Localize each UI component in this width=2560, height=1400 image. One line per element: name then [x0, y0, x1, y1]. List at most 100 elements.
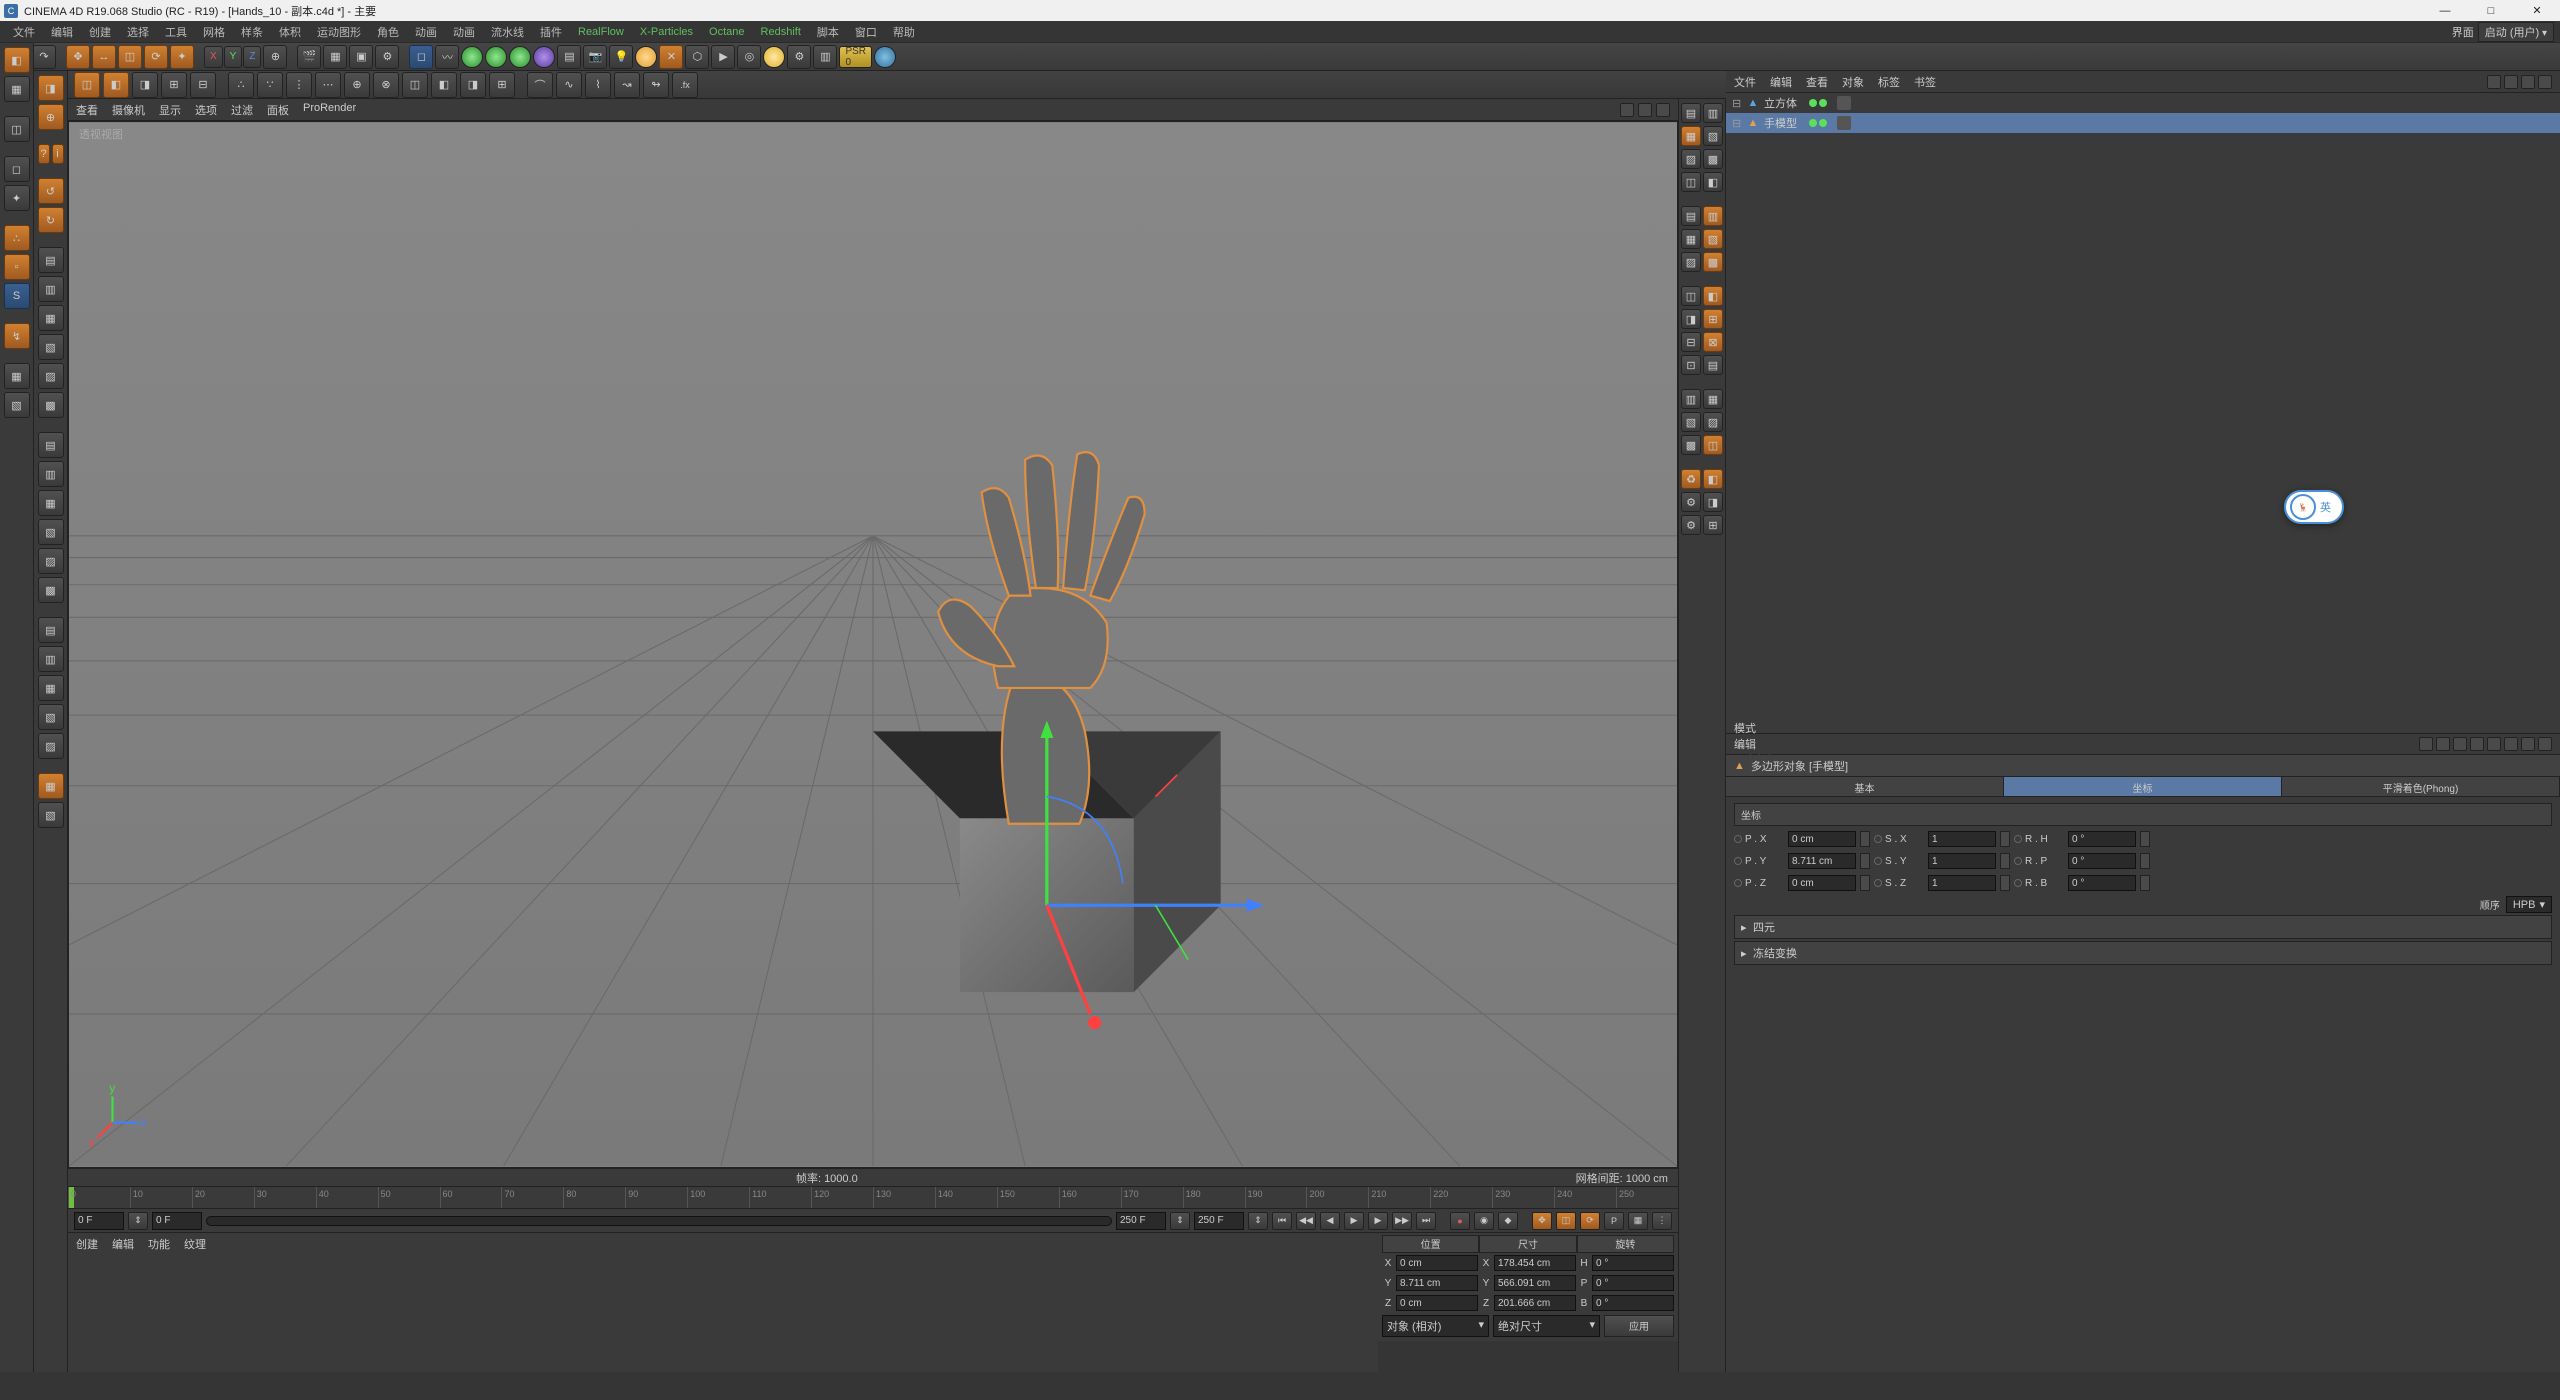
- menu-Octane[interactable]: Octane: [702, 24, 751, 40]
- menu-Redshift[interactable]: Redshift: [754, 24, 808, 40]
- attr-icon4[interactable]: [2521, 737, 2535, 751]
- scale-Y-field[interactable]: [1928, 853, 1996, 869]
- menu-编辑[interactable]: 编辑: [44, 22, 80, 42]
- spinner-icon3[interactable]: ⇕: [1248, 1212, 1268, 1230]
- add-subdivision[interactable]: [485, 46, 507, 68]
- spinner-icon[interactable]: ⇕: [128, 1212, 148, 1230]
- attr-group-四元[interactable]: ▸四元: [1734, 915, 2552, 939]
- prev-key-button[interactable]: ◀◀: [1296, 1212, 1316, 1230]
- attr-menu-模式[interactable]: 模式: [1734, 720, 1778, 736]
- object-manager[interactable]: ⊟ ▲ 立方体 ⊟ ▲ 手模型: [1726, 93, 2560, 733]
- om-icon4[interactable]: [2538, 75, 2552, 89]
- rotate-tool[interactable]: ⟳: [144, 45, 168, 69]
- render-region[interactable]: ▦: [323, 45, 347, 69]
- current-frame-field[interactable]: 0 F: [74, 1212, 124, 1230]
- rtool-h2[interactable]: ◧: [1703, 286, 1723, 306]
- menu-创建[interactable]: 创建: [82, 22, 118, 42]
- play-button[interactable]: ▶: [1344, 1212, 1364, 1230]
- rtool-m2[interactable]: ▨: [1703, 412, 1723, 432]
- coord-size-X[interactable]: [1494, 1255, 1576, 1271]
- render-dot[interactable]: [1819, 119, 1827, 127]
- attr-icon2[interactable]: [2487, 737, 2501, 751]
- spline-tool5[interactable]: ↬: [643, 72, 669, 98]
- help-tool[interactable]: ?: [38, 144, 50, 164]
- spinner-icon[interactable]: [2140, 853, 2150, 869]
- add-light[interactable]: 💡: [609, 45, 633, 69]
- menu-动画[interactable]: 动画: [408, 22, 444, 42]
- spinner-icon[interactable]: [2140, 875, 2150, 891]
- menu-网格[interactable]: 网格: [196, 22, 232, 42]
- bottom-tab-纹理[interactable]: 纹理: [184, 1236, 206, 1252]
- menu-角色[interactable]: 角色: [370, 22, 406, 42]
- attr-subtab-0[interactable]: 基本: [1726, 777, 2004, 796]
- attr-icon5[interactable]: [2538, 737, 2552, 751]
- extra-tool4[interactable]: ▧: [38, 704, 64, 730]
- snap-toggle[interactable]: S: [4, 283, 30, 309]
- live-select-tool[interactable]: ✥: [66, 45, 90, 69]
- vp-config-icon[interactable]: [1620, 103, 1634, 117]
- rtool-j1[interactable]: ⊟: [1681, 332, 1701, 352]
- add-spline[interactable]: 〰: [435, 45, 459, 69]
- rtool-k2[interactable]: ▤: [1703, 355, 1723, 375]
- make-editable[interactable]: ◨: [38, 75, 64, 101]
- scale-X-field[interactable]: [1928, 831, 1996, 847]
- menu-RealFlow[interactable]: RealFlow: [571, 24, 631, 40]
- viewport-solo[interactable]: ▦: [4, 363, 30, 389]
- snap-tool4[interactable]: ⋯: [315, 72, 341, 98]
- attr-nav-up[interactable]: [2453, 737, 2467, 751]
- coord-pos-X[interactable]: [1396, 1255, 1478, 1271]
- scale-key[interactable]: ◫: [1556, 1212, 1576, 1230]
- octane-target[interactable]: ◎: [737, 45, 761, 69]
- bottom-tab-创建[interactable]: 创建: [76, 1236, 98, 1252]
- rtool-p1[interactable]: ⚙: [1681, 492, 1701, 512]
- render-view[interactable]: 🎬: [297, 45, 321, 69]
- info-tool[interactable]: i: [52, 144, 64, 164]
- options-button[interactable]: ⋮: [1652, 1212, 1672, 1230]
- rtool-i2[interactable]: ⊞: [1703, 309, 1723, 329]
- object-mode[interactable]: ◻: [4, 156, 30, 182]
- close-button[interactable]: ✕: [2514, 0, 2560, 21]
- menu-文件[interactable]: 文件: [6, 22, 42, 42]
- viewport-solo2[interactable]: ▧: [4, 392, 30, 418]
- snap-tool3[interactable]: ⋮: [286, 72, 312, 98]
- extra-tool3[interactable]: ▦: [38, 675, 64, 701]
- add-environment[interactable]: ▤: [557, 45, 581, 69]
- render-pv[interactable]: ▣: [349, 45, 373, 69]
- rtool-c2[interactable]: ▩: [1703, 149, 1723, 169]
- menu-窗口[interactable]: 窗口: [848, 22, 884, 42]
- struct-tool6[interactable]: ▩: [38, 577, 64, 603]
- material-manager[interactable]: [68, 1254, 1378, 1372]
- spinner-icon[interactable]: [2000, 853, 2010, 869]
- sel-tool1[interactable]: ◫: [74, 72, 100, 98]
- menu-帮助[interactable]: 帮助: [886, 22, 922, 42]
- rot-B-field[interactable]: [2068, 875, 2136, 891]
- next-frame-button[interactable]: ▶: [1368, 1212, 1388, 1230]
- menu-X-Particles[interactable]: X-Particles: [633, 24, 700, 40]
- attr-nav-fwd[interactable]: [2436, 737, 2450, 751]
- pos-X-field[interactable]: [1788, 831, 1856, 847]
- rtool-c1[interactable]: ▨: [1681, 149, 1701, 169]
- minimize-button[interactable]: ―: [2422, 0, 2468, 21]
- attr-group-冻结变换[interactable]: ▸冻结变换: [1734, 941, 2552, 965]
- ime-widget[interactable]: 🦌 英: [2284, 490, 2344, 524]
- om-icon2[interactable]: [2504, 75, 2518, 89]
- om-tab-书签[interactable]: 书签: [1914, 74, 1936, 90]
- vpmenu-查看[interactable]: 查看: [76, 102, 98, 118]
- attr-subtab-2[interactable]: 平滑着色(Phong): [2282, 777, 2560, 796]
- spinner-icon[interactable]: [1860, 831, 1870, 847]
- timeline-ruler[interactable]: 0102030405060708090100110120130140150160…: [68, 1186, 1678, 1208]
- spinner-icon[interactable]: [2140, 831, 2150, 847]
- rtool-e2[interactable]: ▥: [1703, 206, 1723, 226]
- phong-tag[interactable]: [1837, 116, 1851, 130]
- rtool-o1[interactable]: ♻: [1681, 469, 1701, 489]
- struct-tool5[interactable]: ▨: [38, 548, 64, 574]
- coord-size-select[interactable]: 绝对尺寸▾: [1493, 1315, 1600, 1337]
- add-array[interactable]: [509, 46, 531, 68]
- rtool-j2[interactable]: ⊠: [1703, 332, 1723, 352]
- move-tool[interactable]: ↔: [92, 45, 116, 69]
- menu-动画[interactable]: 动画: [446, 22, 482, 42]
- tweak-mode[interactable]: ↯: [4, 323, 30, 349]
- range-end-field[interactable]: 250 F: [1116, 1212, 1166, 1230]
- render-settings[interactable]: ⚙: [375, 45, 399, 69]
- attr-menu-编辑[interactable]: 编辑: [1734, 736, 1778, 752]
